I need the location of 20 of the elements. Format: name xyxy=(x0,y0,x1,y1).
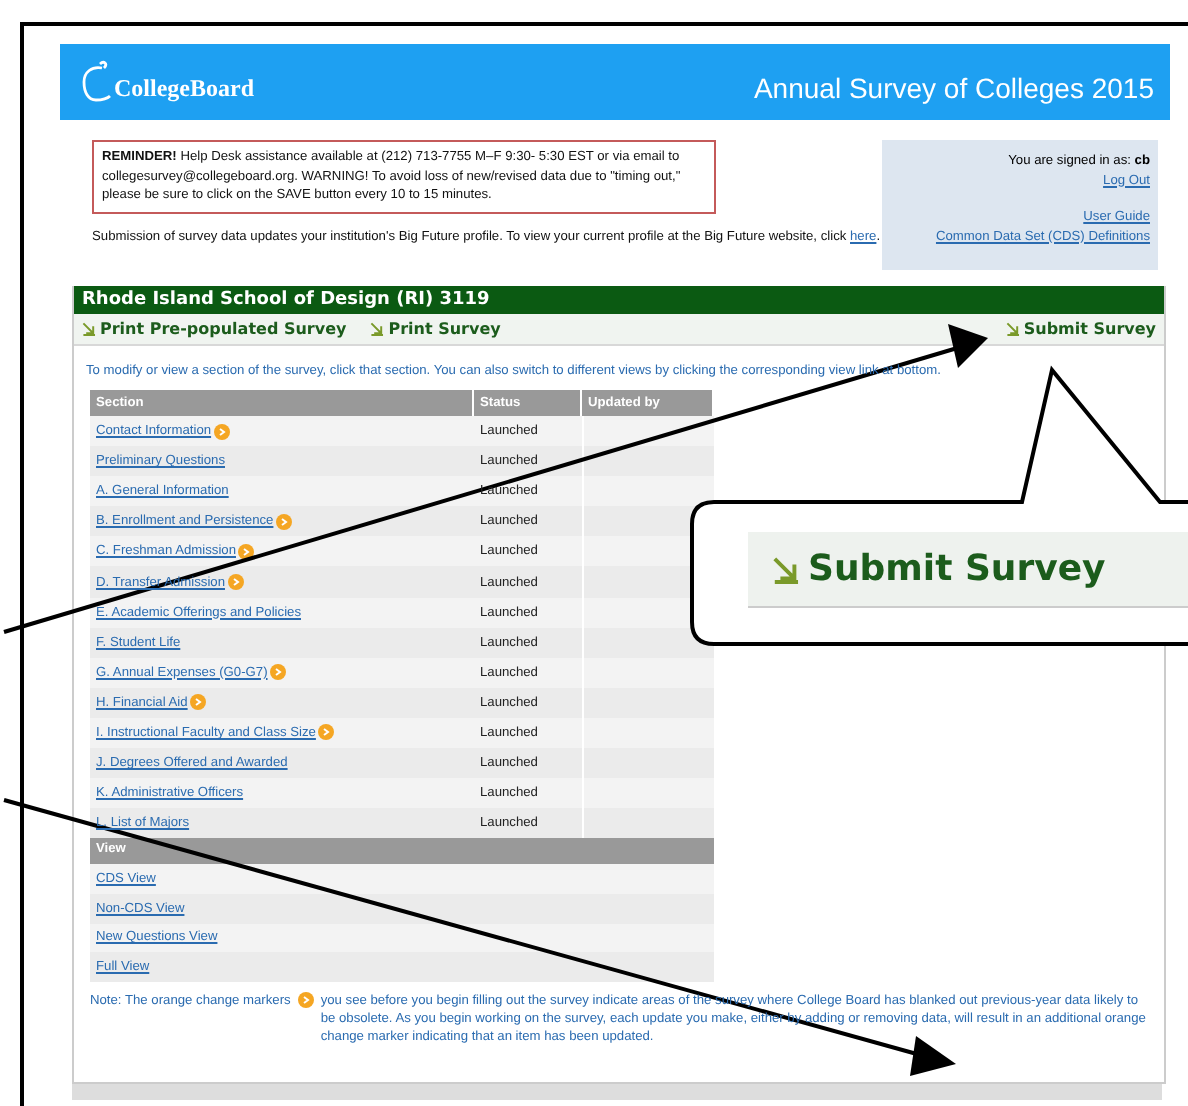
arrow-icon xyxy=(370,322,385,336)
arrow-icon xyxy=(772,555,800,583)
change-marker-icon xyxy=(275,513,292,530)
arrow-icon xyxy=(1005,322,1020,336)
acorn-logo-icon xyxy=(80,60,112,104)
action-link[interactable]: Print Survey xyxy=(370,320,501,338)
change-marker-icon xyxy=(298,991,315,1008)
change-marker-icon xyxy=(213,423,230,440)
change-marker-icon xyxy=(238,543,254,560)
submit-survey-link[interactable]: Submit Survey xyxy=(772,548,1106,590)
page-title: Annual Survey of Colleges 2015 xyxy=(753,72,1154,104)
change-marker-icon xyxy=(269,664,286,681)
action-link[interactable]: Print Pre-populated Survey xyxy=(82,320,347,338)
change-marker-icon xyxy=(227,574,243,591)
arrow-icon xyxy=(82,322,96,336)
logo-text: CollegeBoard xyxy=(114,74,254,104)
action-link[interactable]: Submit Survey xyxy=(1005,320,1156,338)
change-marker-icon xyxy=(317,724,334,741)
institution-bar: Rhode Island School of Design (RI) 3119 xyxy=(74,286,1164,314)
change-marker-icon xyxy=(189,694,206,711)
